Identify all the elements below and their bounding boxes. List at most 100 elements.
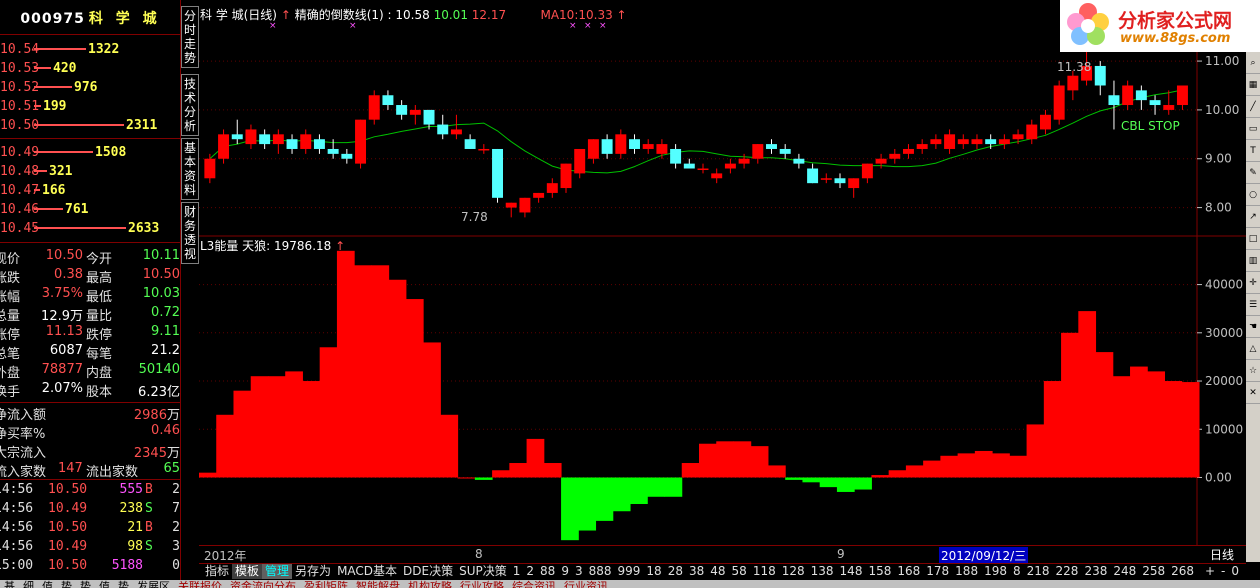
- hand-icon[interactable]: ☚: [1246, 316, 1260, 338]
- energy-bar: [233, 390, 252, 478]
- tab-item[interactable]: 8: [1010, 564, 1024, 579]
- tab-item[interactable]: 138: [808, 564, 837, 579]
- tab-item[interactable]: 28: [665, 564, 686, 579]
- bottom-nav-item[interactable]: 行业资讯: [560, 581, 612, 588]
- tab-item[interactable]: 58: [729, 564, 750, 579]
- vertical-tab[interactable]: 基本资料: [181, 138, 199, 200]
- tab-item[interactable]: 168: [894, 564, 923, 579]
- bottom-nav-item[interactable]: 势: [76, 581, 95, 588]
- zoom-control-button[interactable]: -: [1218, 564, 1228, 579]
- energy-bar: [1078, 311, 1097, 478]
- quote-value: 21.2: [151, 343, 180, 358]
- vertical-tab[interactable]: 财务透视: [181, 202, 199, 264]
- tab-item[interactable]: 238: [1081, 564, 1110, 579]
- tab-item[interactable]: 218: [1024, 564, 1053, 579]
- bid-row[interactable]: 10.48 321: [0, 162, 181, 181]
- list-icon[interactable]: ☰: [1246, 294, 1260, 316]
- tab-item[interactable]: 158: [865, 564, 894, 579]
- tab-item[interactable]: 管理: [262, 564, 293, 579]
- tab-item[interactable]: 248: [1110, 564, 1139, 579]
- tab-item[interactable]: 999: [615, 564, 644, 579]
- ask-row[interactable]: 10.53 420: [0, 59, 181, 78]
- chart-icon[interactable]: ▥: [1246, 250, 1260, 272]
- tab-item[interactable]: MACD基本: [334, 564, 400, 579]
- box-icon[interactable]: □: [1246, 228, 1260, 250]
- star-icon[interactable]: ☆: [1246, 360, 1260, 382]
- ask-row[interactable]: 10.52 976: [0, 78, 181, 97]
- bottom-nav-item[interactable]: 机构攻略: [404, 581, 456, 588]
- line-icon[interactable]: ╱: [1246, 96, 1260, 118]
- text-icon[interactable]: T: [1246, 140, 1260, 162]
- tab-item[interactable]: 18: [643, 564, 664, 579]
- bottom-nav-item[interactable]: 行业攻略: [456, 581, 508, 588]
- ask-row[interactable]: 10.54 1322: [0, 40, 181, 59]
- bottom-nav-item[interactable]: 细: [19, 581, 38, 588]
- bottom-nav-item[interactable]: 值: [95, 581, 114, 588]
- bid-row[interactable]: 10.49 1508: [0, 143, 181, 162]
- ask-volume-bar: [34, 86, 72, 88]
- arrow-icon[interactable]: ↗: [1246, 206, 1260, 228]
- bid-row[interactable]: 10.47 166: [0, 181, 181, 200]
- vertical-tab[interactable]: 分时走势: [181, 6, 199, 68]
- ask-row[interactable]: 10.51 199: [0, 97, 181, 116]
- tab-item[interactable]: 88: [537, 564, 558, 579]
- circle-icon[interactable]: ○: [1246, 184, 1260, 206]
- tab-item[interactable]: DDE决策: [400, 564, 456, 579]
- erase-icon[interactable]: ✕: [1246, 382, 1260, 404]
- zoom-icon[interactable]: ⌕: [1246, 52, 1260, 74]
- tab-item[interactable]: 268: [1168, 564, 1197, 579]
- vertical-tab[interactable]: 技术分析: [181, 74, 199, 136]
- bottom-nav-item[interactable]: 基: [0, 581, 19, 588]
- period-label[interactable]: 日线: [1198, 546, 1246, 563]
- cross-icon[interactable]: ✛: [1246, 272, 1260, 294]
- tab-item[interactable]: 模板: [232, 564, 263, 579]
- tab-item[interactable]: 38: [686, 564, 707, 579]
- grid-icon[interactable]: ▦: [1246, 74, 1260, 96]
- flow-unit: 万: [166, 446, 180, 461]
- pen-icon[interactable]: ✎: [1246, 162, 1260, 184]
- tab-item[interactable]: 128: [779, 564, 808, 579]
- bottom-nav-item[interactable]: 关联报价: [174, 581, 226, 588]
- arrow-up-icon: ↑: [616, 8, 627, 22]
- tab-item[interactable]: 118: [750, 564, 779, 579]
- candle-body: [738, 158, 750, 164]
- tab-item[interactable]: 888: [586, 564, 615, 579]
- tab-item[interactable]: 178: [923, 564, 952, 579]
- tab-item[interactable]: 48: [707, 564, 728, 579]
- quote-value: 10.50: [142, 267, 180, 282]
- candle-body: [615, 134, 627, 154]
- ruler-icon[interactable]: ▭: [1246, 118, 1260, 140]
- bottom-nav-item[interactable]: 资金流向分布: [226, 581, 300, 588]
- bottom-nav-item[interactable]: 综合资讯: [508, 581, 560, 588]
- triangle-icon[interactable]: △: [1246, 338, 1260, 360]
- tab-item[interactable]: 198: [981, 564, 1010, 579]
- bottom-nav-item[interactable]: 智能解盘: [352, 581, 404, 588]
- bottom-nav-item[interactable]: 势: [114, 581, 133, 588]
- tab-item[interactable]: 2: [523, 564, 537, 579]
- bottom-nav-item[interactable]: 盈利矩阵: [300, 581, 352, 588]
- candle-body: [423, 109, 435, 125]
- tab-item[interactable]: 3: [572, 564, 586, 579]
- candle-body: [313, 139, 325, 149]
- bid-row[interactable]: 10.46 761: [0, 200, 181, 219]
- bottom-nav-item[interactable]: 势: [57, 581, 76, 588]
- tab-item[interactable]: 148: [837, 564, 866, 579]
- tab-item[interactable]: 188: [952, 564, 981, 579]
- tab-item[interactable]: 9: [558, 564, 572, 579]
- tab-item[interactable]: 228: [1053, 564, 1082, 579]
- tab-item[interactable]: 1: [510, 564, 524, 579]
- tab-item[interactable]: 指标: [202, 564, 232, 579]
- zoom-control-button[interactable]: +: [1202, 564, 1218, 579]
- zoom-control-button[interactable]: 0: [1228, 564, 1242, 579]
- chart-canvas[interactable]: 11.00 10.00 9.00 8.00 40000 30000 20000 10000 0.…: [199, 0, 1246, 546]
- ask-row[interactable]: 10.50 2311: [0, 116, 181, 135]
- bottom-nav-item[interactable]: 值: [38, 581, 57, 588]
- bottom-nav-item[interactable]: 发展区: [133, 581, 174, 588]
- tab-item[interactable]: SUP决策: [456, 564, 510, 579]
- bid-row[interactable]: 10.45 2633: [0, 219, 181, 238]
- tab-item[interactable]: 258: [1139, 564, 1168, 579]
- tab-item[interactable]: 另存为: [292, 564, 334, 579]
- energy-tick-label: 0.00: [1205, 470, 1232, 484]
- tick-side: B: [145, 520, 153, 535]
- tick-price: 10.49: [48, 539, 88, 554]
